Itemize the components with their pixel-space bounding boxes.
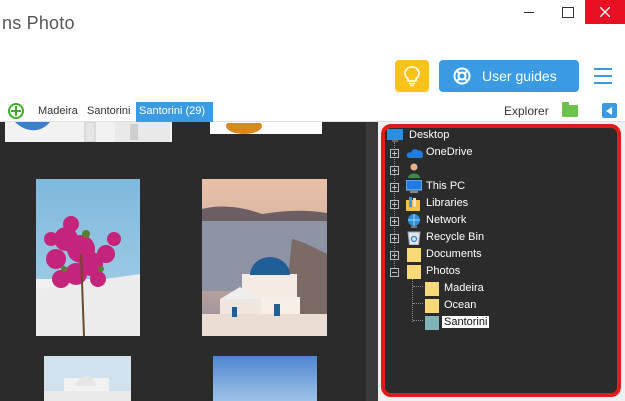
close-button[interactable]	[585, 0, 625, 24]
photo-thumbnail[interactable]	[44, 356, 131, 401]
tab-bar: Madeira Santorini Santorini (29) Explore…	[0, 100, 625, 122]
tree-item-santorini[interactable]: Santorini	[385, 315, 525, 331]
app-title: ns Photo	[2, 13, 75, 33]
folder-selected-icon	[425, 316, 439, 330]
user-guides-button[interactable]: User guides	[439, 60, 579, 92]
minimize-button[interactable]	[510, 0, 546, 24]
desktop-icon	[387, 129, 403, 142]
photo-image	[36, 179, 140, 336]
photo-thumbnail[interactable]	[213, 356, 317, 401]
tab-madeira[interactable]: Madeira	[35, 102, 81, 122]
expand-toggle[interactable]	[390, 217, 399, 226]
app-window: ns Photo User guides Madeira Santorini S…	[0, 0, 625, 401]
tree-item-label: Photos	[426, 265, 461, 277]
tab-santorini[interactable]: Santorini	[84, 102, 133, 122]
tree-item-label: Libraries	[426, 197, 469, 209]
photo-image	[202, 179, 327, 336]
folder-open-icon	[407, 265, 421, 279]
tree-item-desktop[interactable]: Desktop	[387, 128, 507, 144]
tree-item-this-pc[interactable]: This PC	[385, 179, 525, 195]
computer-icon	[406, 180, 422, 193]
network-icon	[408, 214, 420, 228]
hamburger-bar	[594, 82, 612, 84]
maximize-button[interactable]	[550, 0, 586, 24]
photo-image	[44, 356, 131, 401]
title-bar: ns Photo	[0, 0, 625, 50]
tree-item-madeira[interactable]: Madeira	[385, 281, 525, 297]
folder-icon	[425, 282, 439, 296]
recycle-bin-icon	[407, 231, 421, 245]
tree-item-user[interactable]	[385, 162, 525, 178]
tree-item-onedrive[interactable]: OneDrive	[385, 145, 525, 161]
collapse-toggle[interactable]	[390, 268, 399, 277]
tree-item-label: Recycle Bin	[426, 231, 485, 243]
tree-item-network[interactable]: Network	[385, 213, 525, 229]
tree-item-label: Desktop	[409, 129, 450, 141]
photo-thumbnail[interactable]	[5, 122, 172, 142]
photo-gallery	[0, 122, 378, 401]
user-guides-label: User guides	[482, 68, 557, 84]
lightbulb-icon	[404, 66, 420, 87]
lifebuoy-icon	[453, 67, 471, 85]
tree-item-label: Documents	[426, 248, 482, 260]
onedrive-cloud-icon	[406, 149, 423, 158]
libraries-icon	[406, 197, 420, 211]
tree-item-recycle-bin[interactable]: Recycle Bin	[385, 230, 525, 246]
toolbar: User guides	[0, 50, 625, 100]
hamburger-icon	[594, 68, 612, 70]
tree-item-label: This PC	[426, 180, 466, 192]
folder-icon	[407, 248, 421, 262]
tree-item-label: Ocean	[444, 299, 477, 311]
tree-item-photos[interactable]: Photos	[385, 264, 525, 280]
tips-button[interactable]	[395, 60, 429, 92]
hamburger-bar	[594, 75, 612, 77]
explorer-panel: Desktop OneDrive This PC Libraries Netwo…	[378, 122, 625, 401]
expand-toggle[interactable]	[390, 149, 399, 158]
expand-toggle[interactable]	[390, 200, 399, 209]
tree-item-label-selected: Santorini	[442, 316, 490, 328]
folder-icon[interactable]	[562, 102, 578, 117]
photo-image	[5, 122, 172, 142]
expand-toggle[interactable]	[390, 166, 399, 175]
expand-toggle[interactable]	[390, 183, 399, 192]
photo-thumbnail[interactable]	[210, 122, 322, 134]
collapse-panel-icon[interactable]	[602, 103, 617, 118]
tab-santorini-active[interactable]: Santorini (29)	[136, 102, 213, 122]
photo-image	[210, 122, 322, 134]
tree-item-ocean[interactable]: Ocean	[385, 298, 525, 314]
gallery-scrollbar[interactable]	[366, 122, 378, 401]
tree-item-libraries[interactable]: Libraries	[385, 196, 525, 212]
tree-item-label: Network	[426, 214, 467, 226]
expand-toggle[interactable]	[390, 234, 399, 243]
folder-tree: Desktop OneDrive This PC Libraries Netwo…	[381, 124, 621, 397]
user-icon	[408, 163, 420, 178]
explorer-label: Explorer	[504, 104, 549, 118]
photo-thumbnail[interactable]	[36, 179, 140, 336]
tree-item-documents[interactable]: Documents	[385, 247, 525, 263]
main-menu-button[interactable]	[592, 66, 614, 86]
photo-thumbnail[interactable]	[202, 179, 327, 336]
close-icon	[600, 7, 610, 17]
photo-image	[213, 356, 317, 401]
tree-item-label: Madeira	[444, 282, 484, 294]
add-tab-icon[interactable]	[8, 103, 24, 119]
tree-item-label: OneDrive	[426, 146, 473, 158]
expand-toggle[interactable]	[390, 251, 399, 260]
folder-icon	[425, 299, 439, 313]
